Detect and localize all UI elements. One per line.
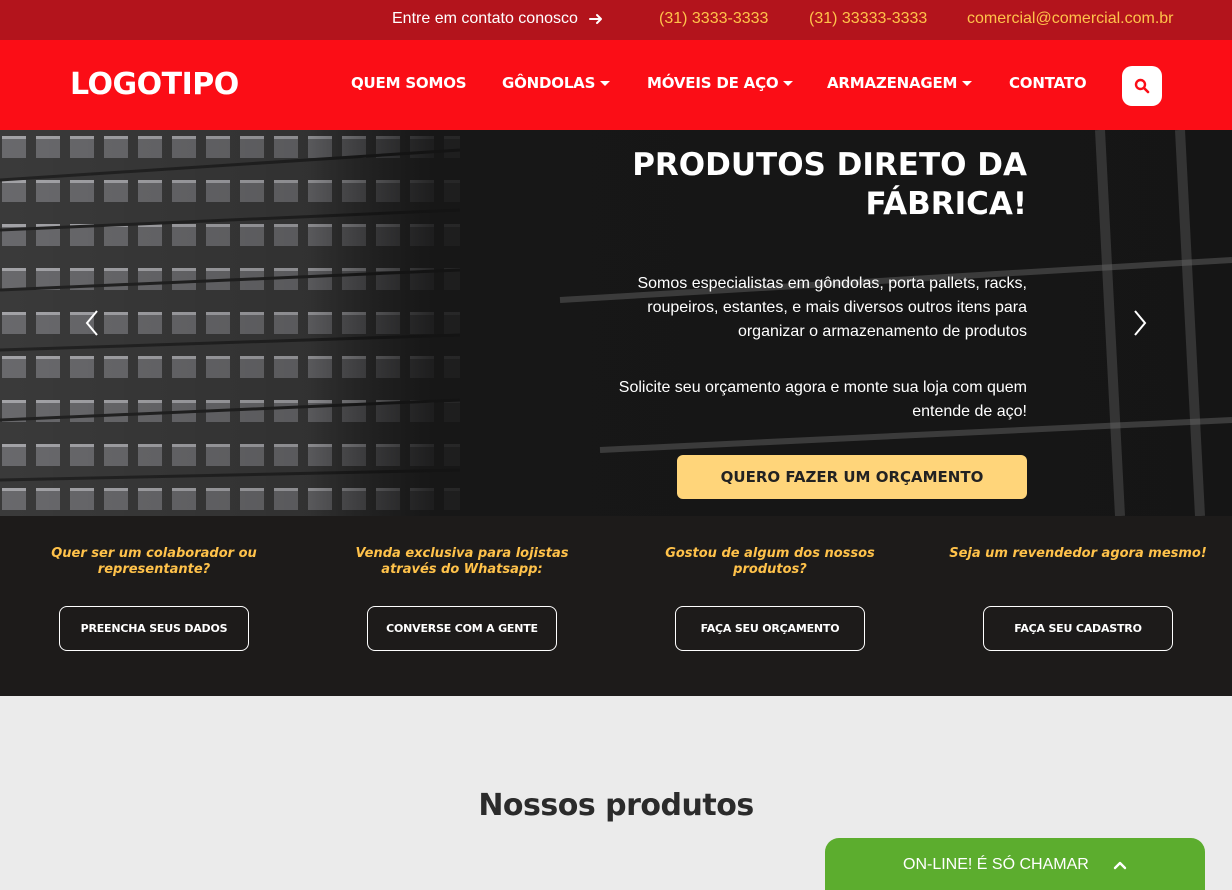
hero-description: Somos especialistas em gôndolas, porta p… xyxy=(637,275,1027,340)
logo[interactable]: LOGOTIPO xyxy=(70,67,239,102)
nav-item-label: CONTATO xyxy=(1009,74,1087,92)
nav-item-contato[interactable]: CONTATO xyxy=(1009,74,1087,92)
nav-item-moveis-de-aco[interactable]: MÓVEIS DE AÇO xyxy=(647,74,794,92)
register-button[interactable]: FAÇA SEU CADASTRO xyxy=(983,606,1173,651)
products-section-title: Nossos produtos xyxy=(478,788,754,823)
caret-down-icon xyxy=(600,80,611,86)
cta-column-collaborator: Quer ser um colaborador ou representante… xyxy=(0,516,308,696)
email-link[interactable]: comercial@comercial.com.br xyxy=(967,10,1174,28)
contact-us-link[interactable]: Entre em contato conosco xyxy=(392,10,604,28)
nav-item-armazenagem[interactable]: ARMAZENAGEM xyxy=(827,74,973,92)
chat-with-us-button[interactable]: CONVERSE COM A GENTE xyxy=(367,606,557,651)
cta-column-reseller: Seja um revendedor agora mesmo! FAÇA SEU… xyxy=(924,516,1232,696)
caret-down-icon xyxy=(783,80,794,86)
cta-question: Seja um revendedor agora mesmo! xyxy=(949,546,1207,561)
chat-widget-label: ON-LINE! É SÓ CHAMAR xyxy=(903,856,1089,873)
hero-subtext: Solicite seu orçamento agora e monte sua… xyxy=(618,379,1027,420)
caret-down-icon xyxy=(962,80,973,86)
cta-band: Quer ser um colaborador ou representante… xyxy=(0,516,1232,696)
chevron-left-icon xyxy=(85,310,98,336)
nav-item-label: QUEM SOMOS xyxy=(351,74,467,92)
hero-title: PRODUTOS DIRETO DA FÁBRICA! xyxy=(632,147,1027,222)
contact-us-label: Entre em contato conosco xyxy=(392,10,578,27)
request-quote-button[interactable]: QUERO FAZER UM ORÇAMENTO xyxy=(677,455,1027,499)
online-chat-widget[interactable]: ON-LINE! É SÓ CHAMAR xyxy=(825,838,1205,890)
hero-carousel: PRODUTOS DIRETO DA FÁBRICA! Somos especi… xyxy=(0,130,1232,516)
carousel-prev-button[interactable] xyxy=(82,306,102,340)
cta-question: Quer ser um colaborador ou representante… xyxy=(51,546,257,577)
make-quote-button[interactable]: FAÇA SEU ORÇAMENTO xyxy=(675,606,865,651)
search-button[interactable] xyxy=(1122,66,1162,106)
cta-column-whatsapp: Venda exclusiva para lojistas através do… xyxy=(308,516,616,696)
nav-item-gondolas[interactable]: GÔNDOLAS xyxy=(502,74,611,92)
nav-item-label: MÓVEIS DE AÇO xyxy=(647,74,779,92)
nav-item-label: ARMAZENAGEM xyxy=(827,74,958,92)
nav-item-quem-somos[interactable]: QUEM SOMOS xyxy=(351,74,467,92)
phone-link-1[interactable]: (31) 3333-3333 xyxy=(659,10,768,28)
phone-link-2[interactable]: (31) 33333-3333 xyxy=(809,10,927,28)
fill-data-button[interactable]: PREENCHA SEUS DADOS xyxy=(59,606,249,651)
chevron-up-icon[interactable] xyxy=(1112,857,1128,873)
cta-question: Gostou de algum dos nossos produtos? xyxy=(665,546,875,577)
cta-column-quote: Gostou de algum dos nossos produtos? FAÇ… xyxy=(616,516,924,696)
chevron-right-icon xyxy=(1134,310,1147,336)
cta-question: Venda exclusiva para lojistas através do… xyxy=(355,546,569,577)
main-header: LOGOTIPO QUEM SOMOS GÔNDOLAS MÓVEIS DE A… xyxy=(0,40,1232,130)
carousel-next-button[interactable] xyxy=(1130,306,1150,340)
search-icon xyxy=(1134,78,1150,94)
arrow-right-icon xyxy=(588,14,602,24)
top-contact-bar: Entre em contato conosco (31) 3333-3333 … xyxy=(0,0,1232,40)
nav-item-label: GÔNDOLAS xyxy=(502,74,596,92)
